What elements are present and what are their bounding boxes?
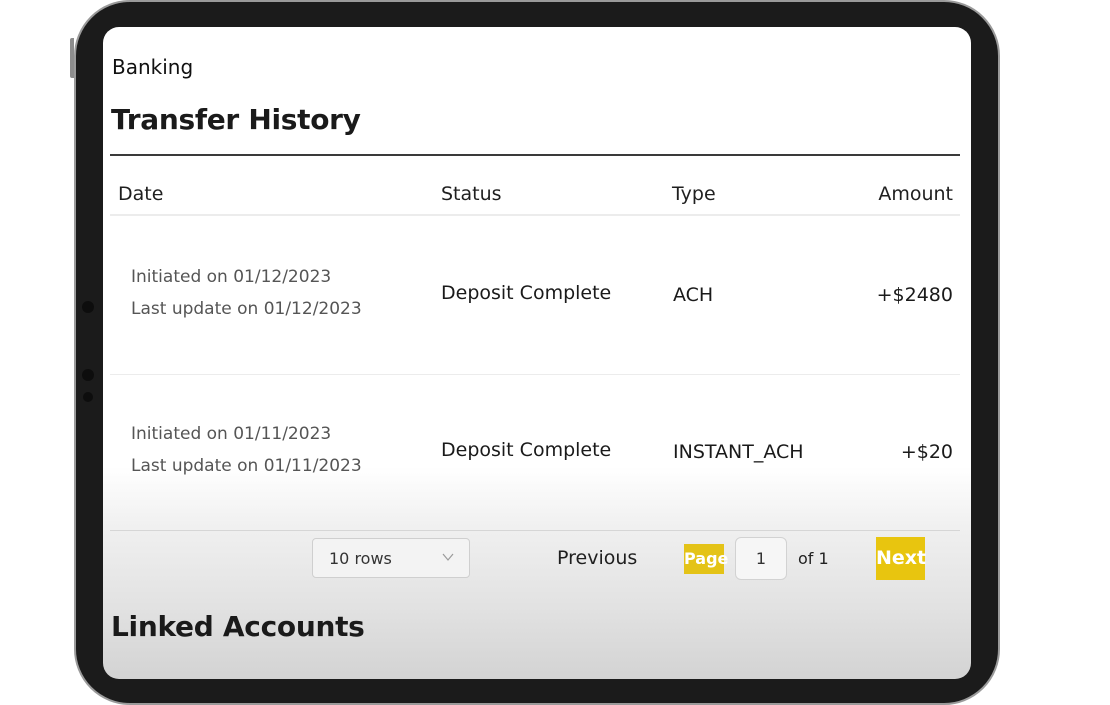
- tablet-sensor-dot: [82, 301, 94, 313]
- tablet-side-button: [70, 38, 74, 78]
- transfer-history-title: Transfer History: [111, 103, 361, 136]
- breadcrumb[interactable]: Banking: [112, 55, 193, 79]
- pagination-divider: [110, 530, 960, 531]
- initiated-date: Initiated on 01/12/2023: [131, 267, 332, 287]
- previous-page-button[interactable]: Previous: [557, 547, 637, 569]
- page-number-input[interactable]: 1: [735, 537, 787, 580]
- table-row: Initiated on 01/11/2023 Last update on 0…: [110, 374, 960, 530]
- rows-per-page-value: 10 rows: [329, 549, 392, 568]
- rows-per-page-select[interactable]: 10 rows: [312, 538, 470, 578]
- header-divider: [110, 214, 960, 216]
- column-header-type: Type: [672, 183, 716, 205]
- title-divider: [110, 154, 960, 156]
- column-header-date: Date: [118, 183, 164, 205]
- app-screen: Banking Transfer History Date Status Typ…: [103, 27, 971, 679]
- status-cell: Deposit Complete: [441, 439, 612, 461]
- initiated-date: Initiated on 01/11/2023: [131, 424, 332, 444]
- linked-accounts-title: Linked Accounts: [111, 610, 365, 643]
- chevron-down-icon: [442, 553, 454, 561]
- tablet-sensor-dot: [83, 392, 93, 402]
- next-page-button[interactable]: Next: [876, 537, 926, 580]
- tablet-sensor-dot: [82, 369, 94, 381]
- table-row: Initiated on 01/12/2023 Last update on 0…: [110, 217, 960, 373]
- page-label: Page: [684, 544, 728, 574]
- page-count-label: of 1: [798, 549, 829, 568]
- column-header-status: Status: [441, 183, 502, 205]
- amount-cell: +$20: [900, 441, 953, 463]
- amount-cell: +$2480: [876, 284, 953, 306]
- type-cell: INSTANT_ACH: [673, 441, 804, 463]
- last-update-date: Last update on 01/11/2023: [131, 456, 362, 476]
- column-header-amount: Amount: [878, 183, 953, 205]
- last-update-date: Last update on 01/12/2023: [131, 299, 362, 319]
- type-cell: ACH: [673, 284, 714, 306]
- status-cell: Deposit Complete: [441, 282, 612, 304]
